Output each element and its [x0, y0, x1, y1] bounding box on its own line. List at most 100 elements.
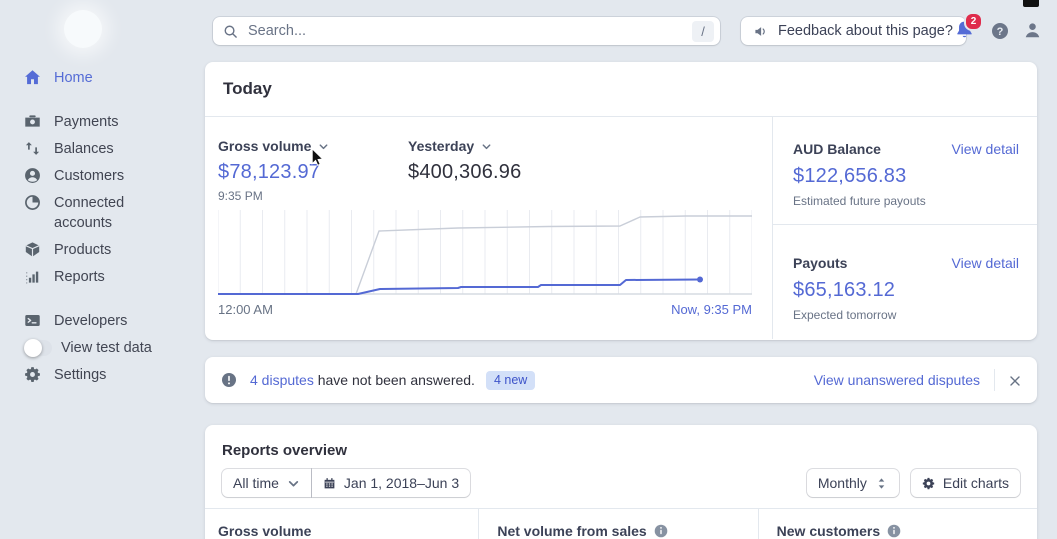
search-shortcut-key: /: [692, 20, 714, 42]
sidebar-item-products[interactable]: Products: [24, 236, 196, 263]
sidebar-item-payments[interactable]: Payments: [24, 108, 196, 135]
up-down-arrows-icon: [875, 477, 888, 490]
sidebar-item-customers[interactable]: Customers: [24, 162, 196, 189]
report-column-gross-volume: Gross volume: [205, 509, 478, 539]
user-account-icon[interactable]: [1023, 21, 1042, 40]
chevron-down-icon: [318, 141, 329, 152]
payouts-block: Payouts View detail $65,163.12 Expected …: [793, 255, 1019, 322]
reports-filter-row: All time Jan 1, 2018–Jun 3 Monthly Edit …: [222, 469, 1020, 497]
report-columns: Gross volume Net volume from sales New cus…: [205, 508, 1037, 539]
test-data-toggle[interactable]: [24, 338, 52, 357]
screen-artifact: [1023, 0, 1039, 7]
sidebar-item-home[interactable]: Home: [24, 64, 196, 91]
sidebar-item-label: Reports: [54, 268, 105, 285]
chevron-down-icon: [287, 477, 300, 490]
payouts-value: $65,163.12: [793, 279, 896, 301]
aud-balance-value: $122,656.83: [793, 165, 907, 187]
payments-icon: [24, 113, 41, 130]
axis-now-label: Now, 9:35 PM: [671, 302, 752, 317]
sidebar-item-label: Customers: [54, 167, 125, 184]
today-body: Gross volume $78,123.97 9:35 PM Yesterda…: [205, 117, 1037, 339]
search-bar[interactable]: /: [213, 17, 720, 45]
edit-charts-button[interactable]: Edit charts: [910, 469, 1020, 497]
disputes-message: 4 disputes have not been answered.: [250, 372, 475, 388]
products-icon: [24, 241, 41, 258]
sparkline-axis-labels: 12:00 AM Now, 9:35 PM: [218, 302, 752, 317]
report-column-label: Gross volume: [218, 523, 312, 539]
stripe-dashboard: Home Payments Balances Customers Connected a…: [0, 0, 1057, 539]
sidebar-item-label: Developers: [54, 312, 128, 329]
aud-balance-caption: Estimated future payouts: [793, 194, 926, 208]
interval-select-button[interactable]: Monthly: [806, 469, 899, 497]
edit-charts-label: Edit charts: [942, 475, 1009, 491]
sidebar-item-label: Balances: [54, 140, 114, 157]
sidebar-item-developers[interactable]: Developers: [24, 307, 196, 334]
date-range-control: All time Jan 1, 2018–Jun 3: [222, 469, 471, 497]
date-range-button[interactable]: Jan 1, 2018–Jun 3: [311, 469, 471, 497]
report-column-net-volume-from-sales: Net volume from sales: [478, 509, 757, 539]
feedback-button[interactable]: Feedback about this page?: [741, 17, 966, 45]
range-select-label: All time: [233, 475, 279, 491]
sidebar-item-label: View test data: [61, 339, 152, 356]
payouts-view-detail-link[interactable]: View detail: [952, 255, 1019, 271]
sidebar-item-view-test-data[interactable]: View test data: [24, 334, 196, 361]
disputes-message-rest: have not been answered.: [313, 372, 475, 388]
aud-balance-block: AUD Balance View detail $122,656.83 Esti…: [793, 141, 1019, 208]
gross-volume-selector[interactable]: Gross volume: [218, 138, 329, 154]
sidebar-item-label: Products: [54, 241, 112, 258]
close-icon[interactable]: [1009, 374, 1021, 386]
balances-icon: [24, 140, 41, 157]
report-column-label: New customers: [776, 523, 881, 539]
yesterday-value: $400,306.96: [408, 161, 522, 183]
customers-icon: [24, 167, 41, 184]
gear-icon: [922, 477, 935, 490]
chevron-down-icon: [481, 141, 492, 152]
sidebar-item-label: Connected accounts: [54, 194, 125, 231]
aud-balance-view-detail-link[interactable]: View detail: [952, 141, 1019, 157]
sidebar-item-reports[interactable]: Reports: [24, 263, 196, 290]
payouts-caption: Expected tomorrow: [793, 308, 897, 322]
yesterday-label: Yesterday: [408, 138, 475, 154]
yesterday-selector[interactable]: Yesterday: [408, 138, 521, 154]
reports-overview-card: Reports overview All time Jan 1, 2018–Ju…: [205, 425, 1037, 539]
yesterday-stat: Yesterday $400,306.96: [408, 138, 521, 184]
home-icon: [24, 69, 41, 86]
info-icon[interactable]: [887, 524, 901, 538]
gross-volume-label: Gross volume: [218, 138, 312, 154]
account-avatar[interactable]: [64, 10, 102, 48]
disputes-count-link[interactable]: 4 disputes: [250, 372, 314, 388]
search-input[interactable]: [246, 22, 692, 40]
feedback-label: Feedback about this page?: [778, 23, 953, 39]
notification-count-badge: 2: [964, 12, 983, 31]
date-range-label: Jan 1, 2018–Jun 3: [343, 475, 460, 491]
notifications-bell-icon[interactable]: 2: [954, 12, 983, 41]
sidebar-nav: Home Payments Balances Customers Connected a…: [24, 64, 196, 388]
sidebar-item-balances[interactable]: Balances: [24, 135, 196, 162]
sidebar: Home Payments Balances Customers Connected a…: [0, 0, 205, 539]
reports-overview-title: Reports overview: [222, 442, 348, 459]
volume-sparkline-chart: [217, 208, 753, 296]
info-icon[interactable]: [654, 524, 668, 538]
today-card: Today Gross volume $78,123.97 9:35 PM Ye…: [205, 62, 1037, 340]
payouts-label: Payouts: [793, 255, 848, 271]
sidebar-item-label: Home: [54, 69, 93, 86]
aud-balance-label: AUD Balance: [793, 141, 881, 157]
today-title: Today: [205, 62, 1037, 117]
gross-volume-stat: Gross volume $78,123.97 9:35 PM: [218, 138, 329, 203]
sidebar-item-label: Payments: [54, 113, 119, 130]
developers-icon: [24, 312, 41, 329]
sidebar-item-settings[interactable]: Settings: [24, 361, 196, 388]
range-select-button[interactable]: All time: [222, 469, 311, 497]
panel-divider: [773, 224, 1037, 225]
calendar-icon: [323, 477, 336, 490]
disputes-alert-bar: 4 disputes have not been answered. 4 new…: [205, 357, 1037, 403]
interval-select-label: Monthly: [817, 475, 867, 491]
view-unanswered-disputes-link[interactable]: View unanswered disputes: [814, 372, 980, 388]
sidebar-item-connected-accounts[interactable]: Connected accounts: [24, 189, 196, 236]
svg-text:?: ?: [997, 26, 1004, 38]
help-icon[interactable]: ?: [991, 22, 1009, 40]
axis-start-label: 12:00 AM: [218, 302, 273, 317]
divider: [994, 369, 995, 391]
reports-icon: [24, 268, 41, 285]
balances-panel: AUD Balance View detail $122,656.83 Esti…: [772, 117, 1037, 339]
